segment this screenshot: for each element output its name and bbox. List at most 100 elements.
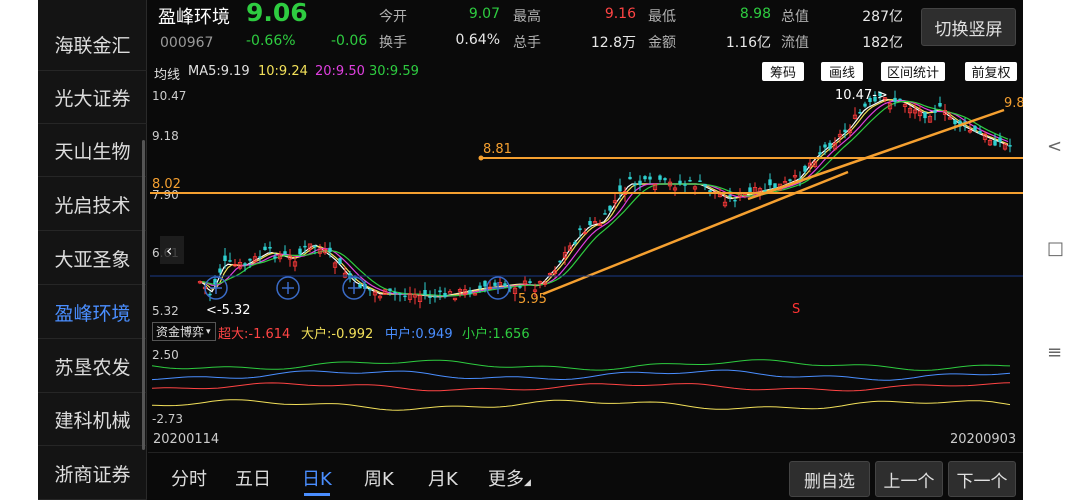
float-cap-label: 流值 [781,35,809,51]
trend-lines [542,108,1005,296]
indicator-lines [151,359,1011,411]
small-value: 小户:1.656 [462,327,530,342]
total-cap-value: 287亿 [862,9,903,25]
tab-more-label: 更多 [488,469,524,490]
menu-icon[interactable]: ≡ [1047,342,1062,363]
kline-chart[interactable]: 10.47 9.18 7.90 6.61 5.32 8.81 8.02 10.4… [148,84,1023,320]
low-label: 最低 [648,9,676,25]
ma5-value: MA5:9.19 [188,64,250,79]
sell-signal: S [792,302,800,317]
high-label: 最高 [513,9,541,25]
active-tab-indicator [304,493,330,496]
next-stock-button[interactable]: 下一个 [948,461,1016,497]
high-annotation: 10.47-> [835,88,888,103]
quote-header: 盈峰环境 9.06 000967 -0.66% -0.06 今开 9.07 最高… [148,0,1023,58]
stock-price: 9.06 [246,0,308,27]
app-window: 海联金汇 光大证券 天山生物 光启技术 大亚圣象 盈峰环境 苏垦农发 建科机械 … [38,0,1023,500]
mid-value: 中户:0.949 [385,327,453,342]
super-value: 超大:-1.614 [218,327,291,342]
volume-value: 12.8万 [590,35,636,51]
turnover-label: 换手 [379,35,407,51]
sidebar-item-suken[interactable]: 苏垦农发 [38,340,147,393]
ma20-value: 20:9.50 [315,64,365,79]
watchlist-sidebar: 海联金汇 光大证券 天山生物 光启技术 大亚圣象 盈峰环境 苏垦农发 建科机械 … [38,0,147,500]
sidebar-item-label: 天山生物 [54,140,131,163]
home-icon[interactable]: □ [1047,238,1064,259]
sidebar-item-daya[interactable]: 大亚圣象 [38,232,147,285]
ma10-value: 10:9.24 [258,64,308,79]
system-nav-bar: < □ ≡ [1023,0,1083,500]
mid-low-annotation: 5.95 [518,292,547,307]
chevron-down-icon: ▾ [206,326,211,337]
tab-intraday[interactable]: 分时 [171,465,207,491]
high-value: 9.16 [604,6,636,22]
tab-more[interactable]: 更多◢ [488,465,531,491]
chips-button[interactable]: 筹码 [762,62,804,81]
open-label: 今开 [379,9,407,25]
tab-daily-k[interactable]: 日K [302,465,332,491]
turnover-value: 0.64% [455,32,500,48]
support-line-label: 8.81 [483,142,512,157]
float-cap-value: 182亿 [862,35,903,51]
low-annotation: <-5.32 [206,303,251,318]
sidebar-item-tianshan[interactable]: 天山生物 [38,124,147,177]
tab-five-day[interactable]: 五日 [235,465,271,491]
total-cap-label: 总值 [781,9,809,25]
svg-text:‹: ‹ [166,241,172,260]
right-edge-annotation: 9.8 [1004,96,1023,111]
scroll-left-arrow[interactable]: ‹ [160,236,184,264]
ma-label: 均线 [154,68,181,83]
corner-triangle-icon: ◢ [524,478,531,488]
tab-monthly-k[interactable]: 月K [428,465,458,491]
amount-value: 1.16亿 [725,35,771,51]
previous-stock-button[interactable]: 上一个 [875,461,943,497]
sidebar-item-guangda[interactable]: 光大证券 [38,71,147,124]
sidebar-item-label: 盈峰环境 [54,302,131,325]
sidebar-item-jianke[interactable]: 建科机械 [38,393,147,446]
draw-line-button[interactable]: 画线 [821,62,863,81]
indicator-name: 资金博弈 [156,325,205,339]
add-icon[interactable] [276,276,300,300]
low-value: 8.98 [739,6,771,22]
sidebar-item-label: 光启技术 [54,194,131,217]
sidebar-item-hailian[interactable]: 海联金汇 [38,18,147,71]
indicator-select[interactable]: 资金博弈 ▾ [152,322,216,341]
y-tick-top: 10.47 [152,89,186,103]
large-value: 大户:-0.992 [301,327,374,342]
sidebar-item-zheshang[interactable]: 浙商证券 [38,447,147,500]
sidebar-item-guangqi[interactable]: 光启技术 [38,178,147,231]
stock-name: 盈峰环境 [158,7,230,28]
indicator-legend: 资金博弈 ▾ 超大:-1.614 大户:-0.992 中户:0.949 小户:1.… [148,321,1023,343]
date-start: 20200114 [153,432,220,447]
open-value: 9.07 [468,6,500,22]
sidebar-item-label: 建科机械 [54,409,131,432]
ma-legend: 均线 MA5:9.19 10:9.24 20:9.50 30:9.59 筹码 画… [148,60,1023,84]
support-line-label: 8.02 [152,177,181,192]
date-end: 20200903 [950,432,1017,447]
stock-change: -0.06 [331,33,368,49]
sidebar-scrollbar[interactable] [142,140,145,450]
sidebar-item-label: 浙商证券 [54,463,131,486]
back-icon[interactable]: < [1047,136,1062,157]
sidebar-item-label: 大亚圣象 [54,248,131,271]
sidebar-item-label: 光大证券 [54,87,131,110]
period-tabs: 分时 五日 日K 周K 月K 更多◢ 删自选 上一个 下一个 [148,452,1023,500]
ind-y-top: 2.50 [152,348,179,362]
sidebar-item-label: 苏垦农发 [54,356,131,379]
main-panel: 盈峰环境 9.06 000967 -0.66% -0.06 今开 9.07 最高… [148,0,1023,500]
ind-y-bottom: -2.73 [152,412,183,426]
tab-weekly-k[interactable]: 周K [364,465,394,491]
indicator-chart[interactable]: 2.50 -2.73 [148,343,1023,431]
ma-lines [199,98,1009,298]
sidebar-item-yingfeng[interactable]: 盈峰环境 [38,286,147,339]
stock-code: 000967 [160,35,214,51]
y-tick-2: 9.18 [152,129,179,143]
amount-label: 金额 [648,35,676,51]
remove-watchlist-button[interactable]: 删自选 [789,461,870,497]
volume-label: 总手 [513,35,541,51]
range-stats-button[interactable]: 区间统计 [881,62,945,81]
ma30-value: 30:9.59 [369,64,419,79]
switch-portrait-button[interactable]: 切换竖屏 [921,8,1016,46]
adjust-button[interactable]: 前复权 [965,62,1017,81]
y-tick-bottom: 5.32 [152,304,179,318]
